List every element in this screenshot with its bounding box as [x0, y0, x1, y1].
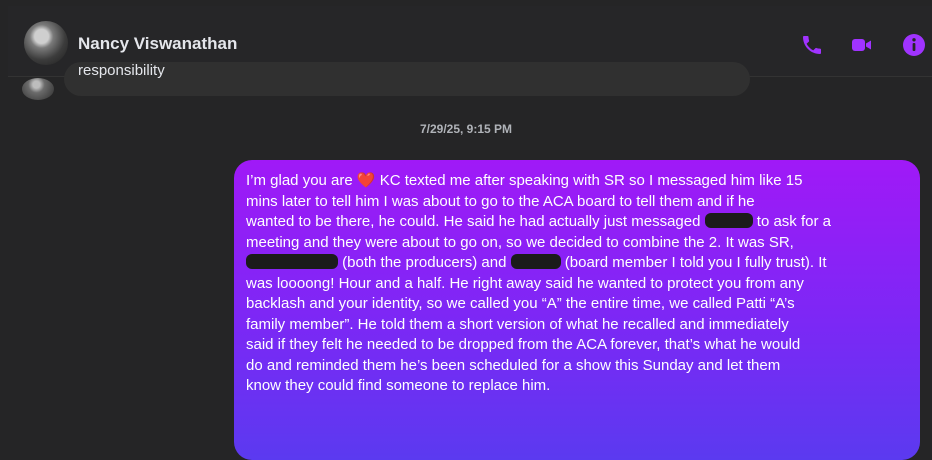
message-text-segment: know they could find someone to replace … — [246, 377, 551, 394]
message-line: said if they felt he needed to be droppe… — [246, 335, 916, 356]
message-text-segment: backlash and your identity, so we called… — [246, 295, 795, 312]
message-text-segment: family member”. He told them a short ver… — [246, 315, 789, 333]
message-line: wanted to be there, he could. He said he… — [246, 212, 916, 233]
message-text-segment: mins later to tell him I was about to go… — [246, 192, 755, 210]
message-line: mins later to tell him I was about to go… — [246, 192, 916, 213]
message-line: backlash and your identity, so we called… — [246, 294, 916, 315]
message-text-segment: said if they felt he needed to be droppe… — [246, 336, 801, 353]
message-line: do and reminded them he’s been scheduled… — [246, 356, 916, 377]
info-icon[interactable] — [902, 33, 926, 57]
message-text-segment: do and reminded them he’s been scheduled… — [246, 356, 781, 374]
sent-message-bubble[interactable]: I’m glad you are ❤️ KC texted me after s… — [234, 160, 920, 460]
message-text-segment: (both the producers) and — [338, 254, 511, 271]
message-line: family member”. He told them a short ver… — [246, 315, 916, 336]
message-line: meeting and they were about to go on, so… — [246, 233, 916, 254]
redacted-name — [246, 254, 338, 269]
previous-message-text: responsibility — [78, 62, 165, 79]
redacted-name — [704, 213, 753, 228]
message-timestamp: 7/29/25, 9:15 PM — [419, 122, 513, 136]
contact-avatar[interactable] — [24, 21, 68, 65]
message-text-segment: meeting and they were about to go on, so… — [246, 233, 794, 251]
message-text-segment: to ask for a — [752, 213, 831, 230]
message-line: was loooong! Hour and a half. He right a… — [246, 274, 916, 295]
phone-icon[interactable] — [800, 33, 824, 57]
message-text-segment: KC texted me after speaking with SR so I… — [375, 172, 803, 189]
previous-message-bubble[interactable]: responsibility — [64, 62, 750, 96]
message-text-segment: I’m glad you are — [246, 172, 357, 189]
message-text-segment: wanted to be there, he could. He said he… — [246, 213, 705, 230]
message-line: (both the producers) and (board member I… — [246, 253, 916, 274]
sent-message-text: I’m glad you are ❤️ KC texted me after s… — [246, 171, 916, 397]
message-line: know they could find someone to replace … — [246, 376, 916, 397]
contact-name[interactable]: Nancy Viswanathan — [78, 34, 237, 54]
message-text-segment: (board member I told you I fully trust).… — [560, 254, 827, 271]
video-call-icon[interactable] — [850, 33, 874, 57]
message-text-segment: was loooong! Hour and a half. He right a… — [246, 274, 804, 292]
sender-avatar[interactable] — [22, 78, 54, 100]
redacted-name — [510, 254, 561, 269]
message-line: I’m glad you are ❤️ KC texted me after s… — [246, 171, 916, 192]
heart-emoji-icon: ❤️ — [356, 172, 376, 189]
previous-message-row: responsibility — [0, 62, 932, 100]
